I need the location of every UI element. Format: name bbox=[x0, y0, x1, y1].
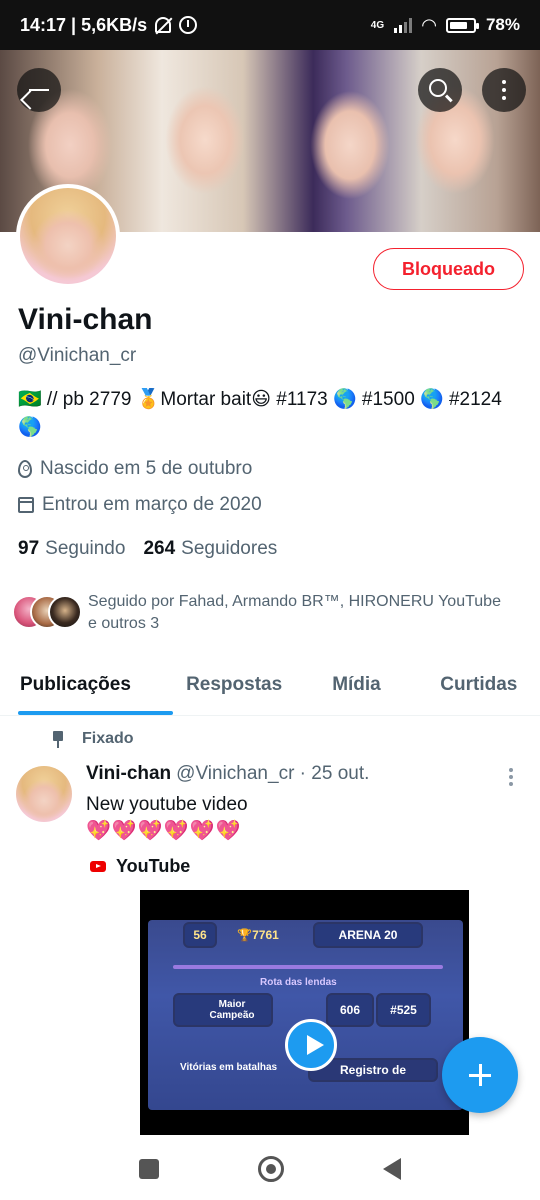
video-rank-num: #525 bbox=[376, 993, 431, 1027]
location-icon bbox=[18, 460, 32, 478]
video-trophies: 🏆 7761 bbox=[237, 928, 279, 942]
tab-curtidas[interactable]: Curtidas bbox=[418, 658, 540, 715]
pin-icon bbox=[52, 731, 64, 748]
recents-button[interactable] bbox=[139, 1159, 160, 1179]
followers-link[interactable]: 264 Seguidores bbox=[143, 538, 277, 560]
blocked-button[interactable]: Bloqueado bbox=[373, 248, 524, 290]
follow-stats: 97 Seguindo 264 Seguidores bbox=[18, 538, 277, 560]
profile-handle: @Vinichan_cr bbox=[18, 345, 137, 366]
home-button[interactable] bbox=[257, 1156, 284, 1182]
tweet-author-meta: @Vinichan_cr · 25 out. bbox=[176, 763, 370, 784]
following-link[interactable]: 97 Seguindo bbox=[18, 538, 125, 560]
video-path: Rota das lendas bbox=[260, 977, 337, 988]
video-rank-value: 606 bbox=[326, 993, 374, 1027]
network-type: 4G bbox=[370, 19, 385, 31]
link-source-label: YouTube bbox=[116, 856, 191, 876]
link-source[interactable]: YouTube bbox=[90, 856, 190, 877]
followed-by-avatars bbox=[12, 595, 82, 635]
profile-name: Vini-chan bbox=[18, 303, 153, 336]
birthday-text: Nascido em 5 de outubro bbox=[40, 458, 253, 479]
profile-tabs: Publicações Respostas Mídia Curtidas bbox=[0, 658, 540, 716]
pinned-indicator: Fixado bbox=[52, 730, 134, 748]
video-wins-label: Vitórias em batalhas bbox=[180, 1062, 278, 1073]
calendar-icon bbox=[18, 497, 34, 513]
tab-publicacoes[interactable]: Publicações bbox=[0, 658, 173, 715]
battery-icon bbox=[445, 17, 479, 33]
followers-label: Seguidores bbox=[181, 538, 278, 559]
followed-by[interactable]: Seguido por Fahad, Armando BR™, HIRONERU… bbox=[12, 591, 508, 635]
youtube-icon bbox=[90, 861, 106, 872]
tweet-more-button[interactable] bbox=[509, 768, 513, 786]
battery-percent: 78% bbox=[485, 15, 520, 34]
profile-bio: 🇧🇷 // pb 2779 🏅Mortar bait😃 #1173 🌎 #150… bbox=[18, 389, 502, 438]
search-icon bbox=[429, 79, 447, 97]
wifi-icon: ◠ bbox=[422, 14, 436, 35]
more-options-button[interactable] bbox=[482, 68, 526, 112]
signal-icon bbox=[394, 17, 413, 33]
video-level: 56 bbox=[183, 922, 217, 948]
profile-avatar[interactable] bbox=[16, 184, 120, 288]
back-arrow-icon bbox=[29, 88, 49, 92]
tweet-avatar[interactable] bbox=[16, 766, 72, 822]
following-count: 97 bbox=[18, 538, 40, 559]
profile-joined: Entrou em março de 2020 bbox=[18, 494, 262, 516]
video-trophies-value: 7761 bbox=[252, 928, 279, 942]
back-button[interactable] bbox=[17, 68, 61, 112]
mute-bell-icon bbox=[155, 17, 172, 33]
system-nav-bar bbox=[0, 1138, 540, 1200]
followed-by-text: Seguido por Fahad, Armando BR™, HIRONERU… bbox=[88, 593, 501, 632]
video-arena: ARENA 20 bbox=[313, 922, 423, 948]
avatar bbox=[48, 595, 82, 629]
tweet-emojis: 💖💖💖💖💖💖 bbox=[86, 820, 242, 842]
compose-plus-icon[interactable] bbox=[442, 1037, 518, 1113]
profile-birthday: Nascido em 5 de outubro bbox=[18, 458, 252, 480]
alarm-icon bbox=[179, 16, 198, 34]
following-label: Seguindo bbox=[45, 538, 126, 559]
video-thumbnail[interactable]: 56 🏆 7761 ARENA 20 Rota das lendas Maior … bbox=[140, 890, 469, 1135]
tweet-author-name[interactable]: Vini-chan bbox=[86, 763, 171, 785]
video-rank-title: Maior Campeão bbox=[173, 993, 273, 1027]
tab-respostas[interactable]: Respostas bbox=[173, 658, 295, 715]
play-icon[interactable] bbox=[285, 1019, 337, 1071]
status-bar: 14:17 | 5,6KB/s 4G ◠ 78% bbox=[0, 0, 540, 50]
status-time: 14:17 | 5,6KB/s bbox=[20, 14, 148, 35]
back-nav-button[interactable] bbox=[382, 1158, 401, 1180]
tab-midia[interactable]: Mídia bbox=[295, 658, 417, 715]
more-vert-icon bbox=[502, 80, 506, 100]
video-frame: 56 🏆 7761 ARENA 20 Rota das lendas Maior … bbox=[148, 920, 463, 1110]
tweet-header: Vini-chan @Vinichan_cr · 25 out. bbox=[86, 763, 369, 785]
joined-text: Entrou em março de 2020 bbox=[42, 494, 262, 515]
video-bar bbox=[173, 965, 443, 969]
tweet-text: New youtube video bbox=[86, 794, 248, 815]
search-button[interactable] bbox=[418, 68, 462, 112]
followers-count: 264 bbox=[143, 538, 176, 559]
pinned-label: Fixado bbox=[82, 730, 134, 747]
